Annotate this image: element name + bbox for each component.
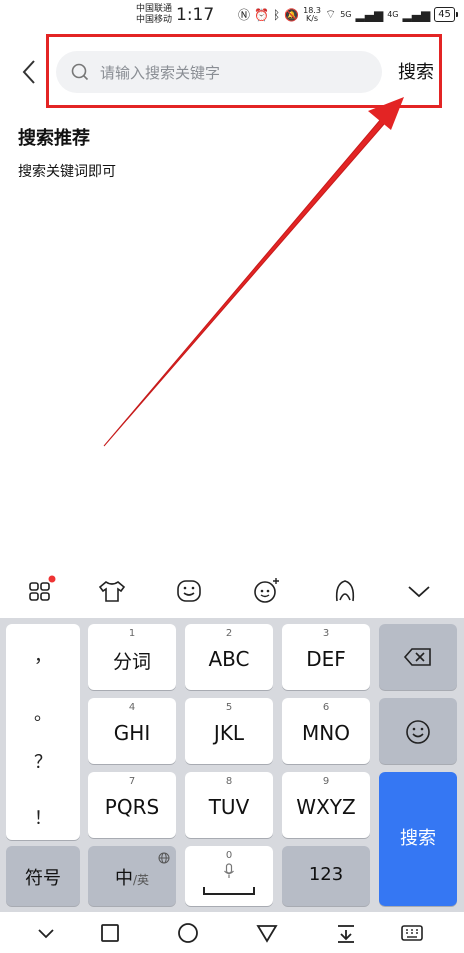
battery-indicator: 45 [434,7,458,22]
punct-question[interactable]: ？ [6,748,80,774]
key-3[interactable]: 3 DEF [282,624,370,690]
status-bar: 中国联通 中国移动 1:17 Ⓝ ⏰ ᛒ 🔕 18.3 K/s ⌔ 5G ▂▄▆ … [0,0,464,34]
backspace-icon [403,648,431,666]
face-sticker-icon[interactable] [250,574,284,608]
nav-recent-icon[interactable] [98,922,122,944]
key-num: 8 [225,776,233,787]
key-label: MNO [302,721,350,745]
recommend-title: 搜索推荐 [18,128,90,149]
tshirt-skin-icon[interactable] [95,574,129,608]
key-num: 6 [322,702,330,713]
punct-period[interactable]: 。 [6,700,80,726]
microphone-icon [224,863,234,878]
backspace-key[interactable] [379,624,457,690]
emoji-sticker-icon[interactable] [172,574,206,608]
signal-2-icon: ▂▄▆ [402,7,431,22]
key-5[interactable]: 5 JKL [185,698,273,764]
key-1[interactable]: 1 分词 [88,624,176,690]
net-speed: 18.3 K/s [303,6,321,23]
key-label: ABC [208,647,250,671]
key-label: PQRS [104,795,160,819]
key-label: GHI [113,721,151,745]
key-label: TUV [208,795,250,819]
key-num: 9 [322,776,330,787]
punctuation-column: ， 。 ？ ！ [6,624,80,840]
collapse-keyboard-icon[interactable] [402,574,436,608]
net-type-1: 5G [340,10,352,19]
key-label: DEF [306,647,346,671]
punct-comma[interactable]: ， [6,642,80,668]
search-key[interactable]: 搜索 [379,772,457,906]
keyboard: ， 。 ？ ！ 1 分词 2 ABC 3 DEF 4 GHI 5 JKL 6 M… [0,618,464,912]
lang-switch-key[interactable]: 中/英 [88,846,176,906]
key-num: 3 [322,628,330,639]
punct-exclaim[interactable]: ！ [6,804,80,830]
carrier-1: 中国联通 [136,4,173,14]
status-time: 1:17 [176,5,215,25]
nav-clipboard-icon[interactable] [334,922,358,944]
key-label: WXYZ [296,795,356,819]
apps-grid-icon[interactable] [24,574,58,608]
nav-home-icon[interactable] [176,922,200,944]
key-num: 4 [128,702,136,713]
number-key[interactable]: 123 [282,846,370,906]
signal-1-icon: ▂▄▆ [355,7,384,22]
nav-down-icon[interactable] [34,922,58,944]
highlight-box [46,34,442,108]
lang-main: 中 [114,868,133,889]
key-9[interactable]: 9 WXYZ [282,772,370,838]
mute-icon: 🔕 [284,7,300,22]
lang-label: 中/英 [88,864,176,890]
key-8[interactable]: 8 TUV [185,772,273,838]
handwriting-icon[interactable] [328,574,362,608]
space-key[interactable]: 0 [185,846,273,906]
key-num: 7 [128,776,136,787]
navigation-bar [0,912,464,953]
space-num: 0 [225,850,233,861]
key-label: JKL [213,721,245,745]
status-icons: Ⓝ ⏰ ᛒ 🔕 18.3 K/s ⌔ 5G ▂▄▆ 4G ▂▄▆ 45 [238,6,458,23]
number-key-label: 123 [308,864,344,885]
key-num: 5 [225,702,233,713]
space-bar-icon [203,887,255,895]
bluetooth-icon: ᛒ [272,7,281,22]
back-icon[interactable] [18,58,42,86]
nav-keyboard-icon[interactable] [400,922,424,944]
net-type-2: 4G [387,10,399,19]
symbols-key[interactable]: 符号 [6,846,80,906]
symbols-label: 符号 [25,868,61,889]
key-num: 2 [225,628,233,639]
keyboard-toolbar [0,562,464,618]
key-4[interactable]: 4 GHI [88,698,176,764]
wifi-icon: ⌔ [324,7,337,21]
key-label: 分词 [112,651,151,673]
nfc-icon: Ⓝ [238,8,251,22]
key-7[interactable]: 7 PQRS [88,772,176,838]
nav-back-icon[interactable] [255,922,279,944]
net-speed-unit: K/s [305,13,319,23]
alarm-icon: ⏰ [254,7,269,22]
smiley-icon [406,720,430,744]
carrier-labels: 中国联通 中国移动 [136,4,172,26]
carrier-2: 中国移动 [136,15,173,25]
key-num: 1 [128,628,136,639]
key-2[interactable]: 2 ABC [185,624,273,690]
recommend-item[interactable]: 搜索关键词即可 [18,161,116,181]
lang-sub: /英 [132,873,150,887]
search-key-label: 搜索 [400,828,436,849]
globe-icon [158,852,170,864]
key-6[interactable]: 6 MNO [282,698,370,764]
emoji-key[interactable] [379,698,457,764]
